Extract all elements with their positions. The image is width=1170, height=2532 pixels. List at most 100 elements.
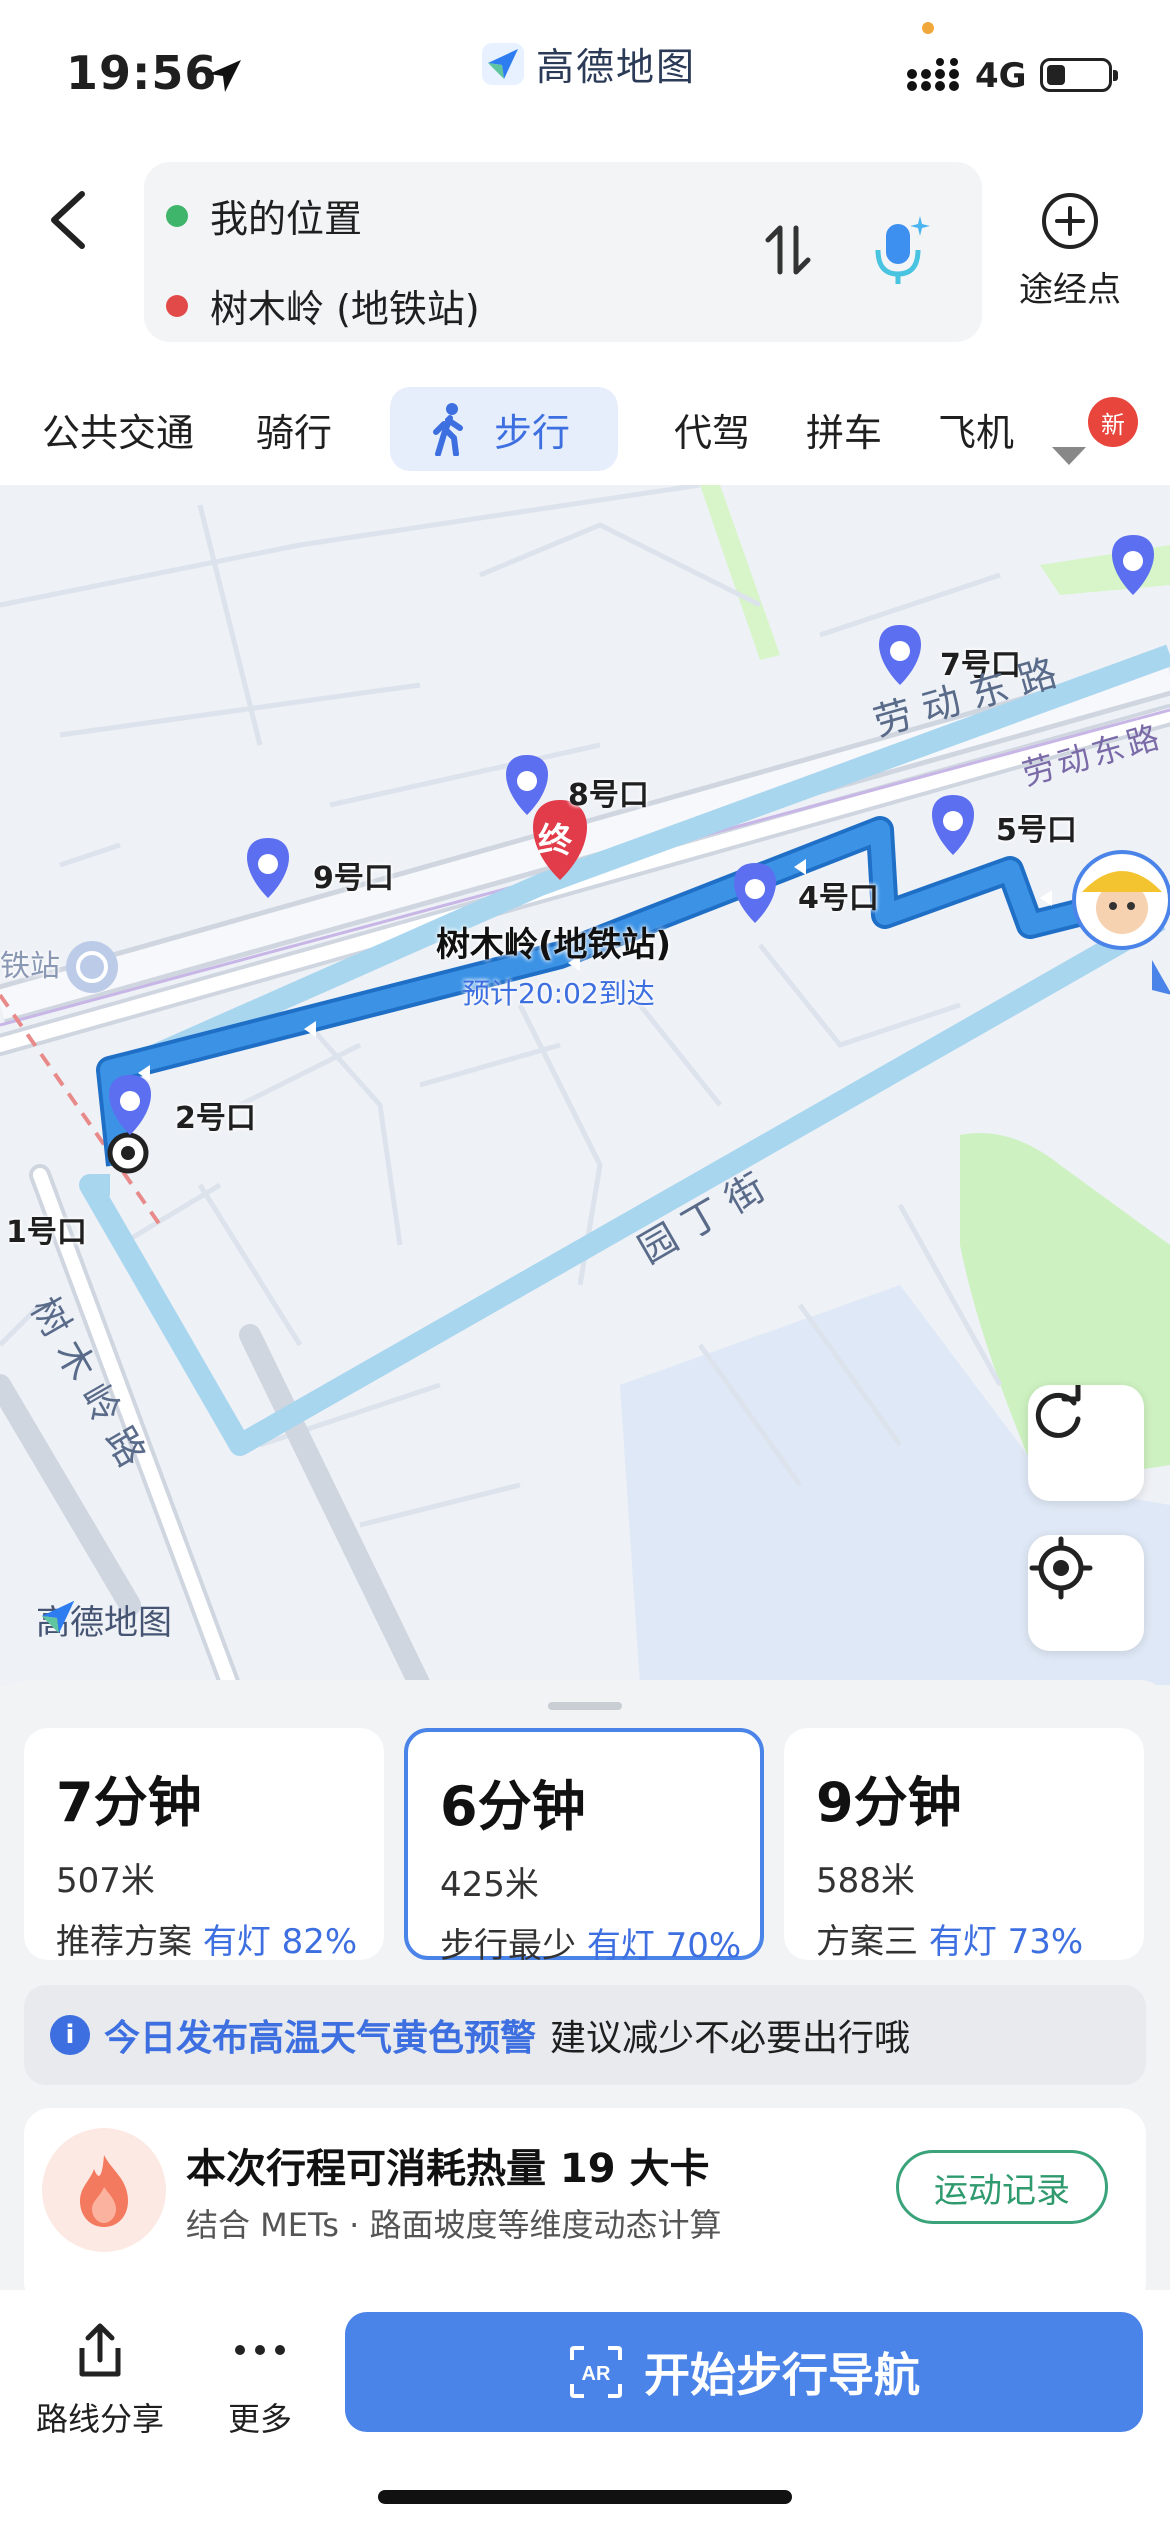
tab-label: 拼车	[806, 410, 883, 455]
route-option-card[interactable]: 7分钟 507米 推荐方案 有灯 82%	[24, 1728, 384, 1963]
route-time: 7分钟	[56, 1771, 202, 1834]
swap-icon[interactable]	[758, 220, 818, 280]
map-view[interactable]: 7号口 8号口 9号口 5号口 4号口 2号口 1号口 终 树木岭(地铁站) 预…	[0, 485, 1170, 1685]
refresh-button[interactable]	[1028, 1385, 1144, 1501]
amap-logo-icon	[41, 1600, 75, 1634]
info-icon: i	[50, 2015, 90, 2055]
warning-highlight: 今日发布高温天气黄色预警	[104, 2018, 537, 2059]
route-distance: 588米	[816, 1861, 915, 1901]
route-lights: 有灯 70%	[586, 1926, 742, 1966]
waypoint-label: 途经点	[1019, 270, 1121, 310]
start-walking-navigation-button[interactable]: AR 开始步行导航	[345, 2312, 1143, 2432]
route-meta: 步行最少 有灯 70%	[440, 1918, 741, 1967]
back-button[interactable]	[40, 180, 100, 260]
calorie-card: 本次行程可消耗热量 19 大卡 结合 METs · 路面坡度等维度动态计算 运动…	[24, 2108, 1146, 2308]
ar-icon: AR	[570, 2346, 622, 2398]
tab-label: 步行	[494, 410, 571, 455]
add-waypoint-button[interactable]: 途经点	[1010, 190, 1130, 311]
route-tag: 步行最少	[440, 1926, 576, 1966]
more-label: 更多	[227, 2400, 292, 2438]
flame-icon	[42, 2128, 166, 2252]
locate-icon	[1029, 1536, 1093, 1600]
calorie-title: 本次行程可消耗热量 19 大卡	[186, 2146, 710, 2192]
tab-bike[interactable]: 骑行	[256, 387, 332, 471]
route-distance: 507米	[56, 1861, 155, 1901]
tab-flight[interactable]: 飞机	[938, 387, 1038, 471]
app-name: 高德地图	[536, 45, 697, 89]
destination-map-label: 树木岭(地铁站)	[436, 925, 672, 965]
tab-label: 公共交通	[42, 410, 195, 455]
route-tag: 方案三	[816, 1922, 918, 1962]
signal-icon	[907, 58, 959, 91]
exit-label: 4号口	[798, 881, 879, 916]
route-time: 6分钟	[440, 1775, 586, 1838]
tab-carpool[interactable]: 拼车	[806, 387, 882, 471]
calorie-subtitle: 结合 METs · 路面坡度等维度动态计算	[186, 2206, 722, 2244]
metro-station-icon	[66, 941, 118, 993]
route-time: 9分钟	[816, 1771, 962, 1834]
share-icon	[79, 2323, 121, 2377]
status-time: 19:56	[66, 46, 218, 100]
voice-assistant-icon[interactable]	[864, 210, 934, 290]
transport-tabs: 公共交通 骑行 步行 代驾 拼车 飞机 新	[0, 375, 1170, 477]
destination-label: 树木岭 (地铁站)	[210, 287, 480, 331]
walking-icon	[433, 403, 463, 456]
privacy-indicator	[922, 22, 934, 34]
more-tabs-button[interactable]: 新	[1040, 397, 1138, 477]
route-meta: 推荐方案 有灯 82%	[56, 1914, 357, 1963]
route-meta: 方案三 有灯 73%	[816, 1914, 1112, 1963]
tab-label: 飞机	[938, 410, 1015, 455]
locate-button[interactable]	[1028, 1535, 1144, 1651]
route-option-card-selected[interactable]: 6分钟 425米 步行最少 有灯 70%	[404, 1728, 764, 1966]
warning-text: 建议减少不必要出行哦	[550, 2018, 911, 2059]
amap-logo-icon	[482, 42, 524, 85]
start-label: 开始步行导航	[644, 2348, 920, 2402]
route-option-card[interactable]: 9分钟 588米 方案三 有灯 73%	[784, 1728, 1144, 1963]
route-distance: 425米	[440, 1865, 539, 1905]
exercise-record-button[interactable]: 运动记录	[896, 2150, 1108, 2224]
exit-label: 9号口	[313, 861, 394, 896]
share-route-button[interactable]: 路线分享	[30, 2320, 170, 2440]
home-indicator[interactable]	[378, 2490, 792, 2504]
destination-field[interactable]: 树木岭 (地铁站)	[166, 278, 480, 333]
green-strip	[700, 485, 780, 660]
sheet-handle[interactable]	[548, 1702, 622, 1710]
app-brand: 高德地图	[480, 36, 696, 91]
tab-label: 代驾	[674, 410, 751, 455]
tab-transit[interactable]: 公共交通	[42, 387, 194, 471]
exit-label: 1号口	[6, 1215, 87, 1250]
plus-circle-icon	[1042, 193, 1098, 249]
destination-dot-icon	[166, 294, 188, 317]
share-label: 路线分享	[35, 2400, 164, 2438]
user-avatar-icon	[1072, 850, 1170, 995]
origin-dot-icon	[166, 204, 188, 227]
end-marker-label: 终	[538, 821, 572, 861]
tab-label: 骑行	[256, 410, 333, 455]
route-tag: 推荐方案	[56, 1922, 192, 1962]
exit-label: 8号口	[568, 778, 649, 813]
new-badge: 新	[1088, 397, 1138, 447]
exit-label: 2号口	[175, 1101, 256, 1136]
network-type: 4G	[975, 56, 1027, 96]
origin-field[interactable]: 我的位置	[166, 188, 362, 243]
tab-walk[interactable]: 步行	[390, 387, 619, 471]
route-sheet: 7分钟 507米 推荐方案 有灯 82% 6分钟 425米 步行最少 有灯 70…	[0, 1680, 1170, 2308]
tab-chauffeur[interactable]: 代驾	[674, 387, 750, 471]
eta-label: 预计20:02到达	[462, 977, 655, 1010]
chevron-down-icon	[1052, 447, 1086, 465]
more-dots-icon	[235, 2345, 285, 2355]
svg-text:AR: AR	[582, 2363, 611, 2385]
status-bar: 19:56 高德地图 4G	[0, 0, 1170, 150]
weather-warning-banner[interactable]: i 今日发布高温天气黄色预警 建议减少不必要出行哦	[24, 1985, 1146, 2085]
battery-icon	[1040, 58, 1118, 92]
route-lights: 有灯 82%	[202, 1922, 358, 1962]
refresh-icon	[1035, 1385, 1081, 1438]
map-watermark: 高德地图	[36, 1595, 172, 1644]
route-header: 我的位置 树木岭 (地铁站) 途经点 公共交通 骑行 步行 代驾 拼车 飞机 新	[0, 150, 1170, 485]
origin-label: 我的位置	[210, 197, 363, 241]
exit-label: 5号口	[996, 813, 1077, 848]
route-lights: 有灯 73%	[928, 1922, 1084, 1962]
route-input-box: 我的位置 树木岭 (地铁站)	[144, 162, 982, 342]
location-arrow-icon	[209, 60, 241, 92]
more-button[interactable]: 更多	[190, 2320, 330, 2440]
